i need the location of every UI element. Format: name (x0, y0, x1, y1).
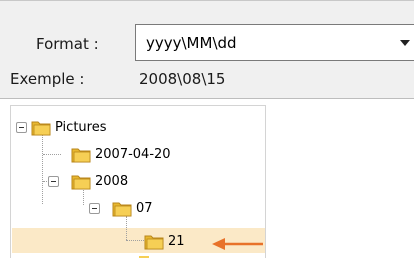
chevron-down-icon[interactable] (400, 40, 410, 46)
format-label: Format : (36, 35, 99, 53)
folder-icon (144, 233, 164, 250)
format-combobox[interactable]: yyyy\MM\dd (135, 24, 414, 61)
tree-node-2008[interactable]: 2008 (71, 170, 128, 192)
folder-icon (71, 146, 91, 163)
folder-tree[interactable]: Pictures 2007-04-20 2008 07 21 (10, 105, 266, 258)
tree-connector (126, 240, 144, 241)
example-label: Exemple : (10, 70, 85, 88)
tree-connector (42, 132, 43, 204)
example-value: 2008\08\15 (139, 70, 226, 88)
tree-node-pictures[interactable]: Pictures (31, 116, 106, 138)
arrow-left-icon (212, 238, 263, 250)
collapse-toggle[interactable] (48, 176, 59, 187)
tree-node-label: 21 (168, 233, 185, 249)
tree-node-label: 07 (136, 200, 153, 216)
tree-node-21[interactable]: 21 (144, 230, 185, 252)
tree-connector (43, 181, 47, 182)
tree-node-2007-04-20[interactable]: 2007-04-20 (71, 143, 171, 165)
tree-node-label: 2007-04-20 (95, 146, 171, 162)
folder-icon (71, 173, 91, 190)
tree-node-07[interactable]: 07 (112, 197, 153, 219)
collapse-toggle[interactable] (16, 122, 27, 133)
tree-connector (43, 154, 61, 155)
tree-node-label: 2008 (95, 173, 129, 189)
tree-node-label: Pictures (55, 119, 107, 135)
folder-icon (112, 200, 132, 217)
format-settings-panel: Format : yyyy\MM\dd Exemple : 2008\08\15 (0, 0, 414, 99)
collapse-toggle[interactable] (89, 203, 100, 214)
folder-icon (31, 119, 51, 136)
tree-connector (126, 216, 127, 240)
format-value: yyyy\MM\dd (146, 34, 237, 52)
